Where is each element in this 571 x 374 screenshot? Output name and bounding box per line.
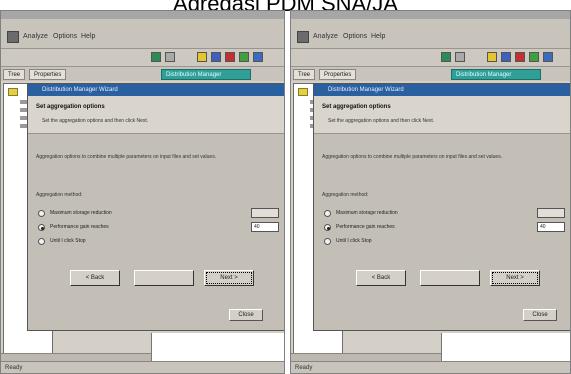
aggregation-group-label: Aggregation method: (36, 192, 83, 198)
performance-field[interactable]: 40 (537, 222, 565, 232)
menu-bar: Analyze Options Help (1, 19, 284, 49)
folder-icon[interactable] (197, 52, 207, 62)
next-button[interactable]: Next > (204, 270, 254, 286)
dialog-header: Set aggregation options Set the aggregat… (314, 96, 570, 134)
add-icon[interactable] (239, 52, 249, 62)
storage-field[interactable] (251, 208, 279, 218)
back-button[interactable]: < Back (70, 270, 120, 286)
menu-item-options[interactable]: Options (53, 33, 77, 41)
radio-performance-label: Performance gain reaches (50, 224, 109, 230)
toolbar (291, 49, 570, 67)
middle-button[interactable] (134, 270, 194, 286)
menu-item-help[interactable]: Help (371, 33, 385, 41)
stop-icon[interactable] (515, 52, 525, 62)
green-arrow-icon[interactable] (151, 52, 161, 62)
radio-storage-label: Maximum storage reduction (50, 210, 112, 216)
aggregation-group-label: Aggregation method: (322, 192, 369, 198)
dialog-description: Aggregation options to combine multiple … (322, 154, 503, 160)
status-bar: Ready (291, 361, 570, 373)
middle-button[interactable] (420, 270, 480, 286)
radio-performance-label: Performance gain reaches (336, 224, 395, 230)
tab-bar: Tree Properties Distribution Manager (1, 67, 284, 81)
radio-performance[interactable] (38, 224, 45, 231)
radio-performance[interactable] (324, 224, 331, 231)
radio-until-stop[interactable] (324, 238, 331, 245)
radio-until-stop[interactable] (38, 238, 45, 245)
tab-tree[interactable]: Tree (3, 69, 26, 80)
dialog-heading: Set aggregation options (36, 104, 105, 110)
dialog-description: Aggregation options to combine multiple … (36, 154, 217, 160)
radio-storage[interactable] (38, 210, 45, 217)
radio-until-stop-label: Until I click Stop (336, 238, 372, 244)
dialog-header: Set aggregation options Set the aggregat… (28, 96, 284, 134)
workspace (151, 333, 284, 363)
horizontal-scrollbar[interactable] (1, 353, 151, 361)
stop-icon[interactable] (225, 52, 235, 62)
back-button[interactable]: < Back (356, 270, 406, 286)
wizard-dialog: Distribution Manager Wizard Set aggregat… (313, 83, 570, 331)
radio-until-stop-label: Until I click Stop (50, 238, 86, 244)
screenshot-right: Analyze Options Help Tree Properties Dis… (290, 10, 571, 374)
performance-field[interactable]: 40 (251, 222, 279, 232)
next-button[interactable]: Next > (490, 270, 540, 286)
tab-distribution-manager[interactable]: Distribution Manager (451, 69, 541, 80)
close-button[interactable]: Close (229, 309, 263, 321)
app-icon (297, 31, 309, 43)
status-bar: Ready (1, 361, 284, 373)
back-icon[interactable] (455, 52, 465, 62)
dialog-subheading: Set the aggregation options and then cli… (328, 118, 435, 124)
close-button[interactable]: Close (523, 309, 557, 321)
grid-icon[interactable] (211, 52, 221, 62)
horizontal-scrollbar[interactable] (291, 353, 441, 361)
dialog-subheading: Set the aggregation options and then cli… (42, 118, 149, 124)
radio-storage[interactable] (324, 210, 331, 217)
folder-icon[interactable] (487, 52, 497, 62)
tab-bar: Tree Properties Distribution Manager (291, 67, 570, 81)
storage-field[interactable] (537, 208, 565, 218)
tab-tree[interactable]: Tree (293, 69, 316, 80)
grid-icon[interactable] (501, 52, 511, 62)
refresh-icon[interactable] (253, 52, 263, 62)
dialog-title: Distribution Manager Wizard (28, 84, 284, 96)
menu-item-options[interactable]: Options (343, 33, 367, 41)
wizard-dialog: Distribution Manager Wizard Set aggregat… (27, 83, 284, 331)
tab-properties[interactable]: Properties (29, 69, 67, 80)
window-titlebar (291, 11, 570, 19)
workspace (441, 333, 570, 363)
dialog-title: Distribution Manager Wizard (314, 84, 570, 96)
tab-properties[interactable]: Properties (319, 69, 357, 80)
tab-distribution-manager[interactable]: Distribution Manager (161, 69, 251, 80)
green-arrow-icon[interactable] (441, 52, 451, 62)
back-icon[interactable] (165, 52, 175, 62)
refresh-icon[interactable] (543, 52, 553, 62)
folder-icon[interactable] (298, 88, 308, 96)
radio-storage-label: Maximum storage reduction (336, 210, 398, 216)
menu-item-help[interactable]: Help (81, 33, 95, 41)
screenshot-left: Analyze Options Help Tree Properties Dis… (0, 10, 285, 374)
folder-icon[interactable] (8, 88, 18, 96)
menu-bar: Analyze Options Help (291, 19, 570, 49)
menu-item-analyze[interactable]: Analyze (23, 33, 48, 41)
add-icon[interactable] (529, 52, 539, 62)
dialog-heading: Set aggregation options (322, 104, 391, 110)
toolbar (1, 49, 284, 67)
window-titlebar (1, 11, 284, 19)
menu-item-analyze[interactable]: Analyze (313, 33, 338, 41)
app-icon (7, 31, 19, 43)
